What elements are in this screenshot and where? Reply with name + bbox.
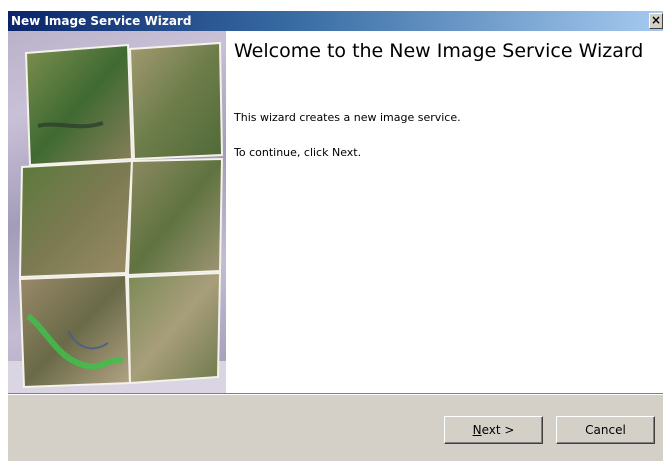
close-button[interactable]: ×	[649, 13, 663, 29]
imagery-mosaic-graphic	[8, 41, 226, 393]
title-bar[interactable]: New Image Service Wizard ×	[8, 11, 663, 31]
next-mnemonic: N	[472, 423, 482, 437]
footer-separator	[8, 393, 663, 395]
continue-instruction: To continue, click Next.	[234, 146, 362, 159]
wizard-window: New Image Service Wizard × Welcome to th…	[8, 11, 663, 461]
satellite-imagery-panel	[8, 31, 226, 393]
next-label: ext >	[481, 423, 515, 437]
mosaic-tiles	[18, 41, 224, 389]
window-title: New Image Service Wizard	[11, 14, 192, 28]
wizard-description: This wizard creates a new image service.	[234, 111, 461, 124]
wizard-content: Welcome to the New Image Service Wizard …	[8, 31, 663, 393]
next-button[interactable]: Next >	[444, 416, 543, 444]
welcome-heading: Welcome to the New Image Service Wizard	[234, 40, 644, 62]
cancel-button[interactable]: Cancel	[556, 416, 655, 444]
